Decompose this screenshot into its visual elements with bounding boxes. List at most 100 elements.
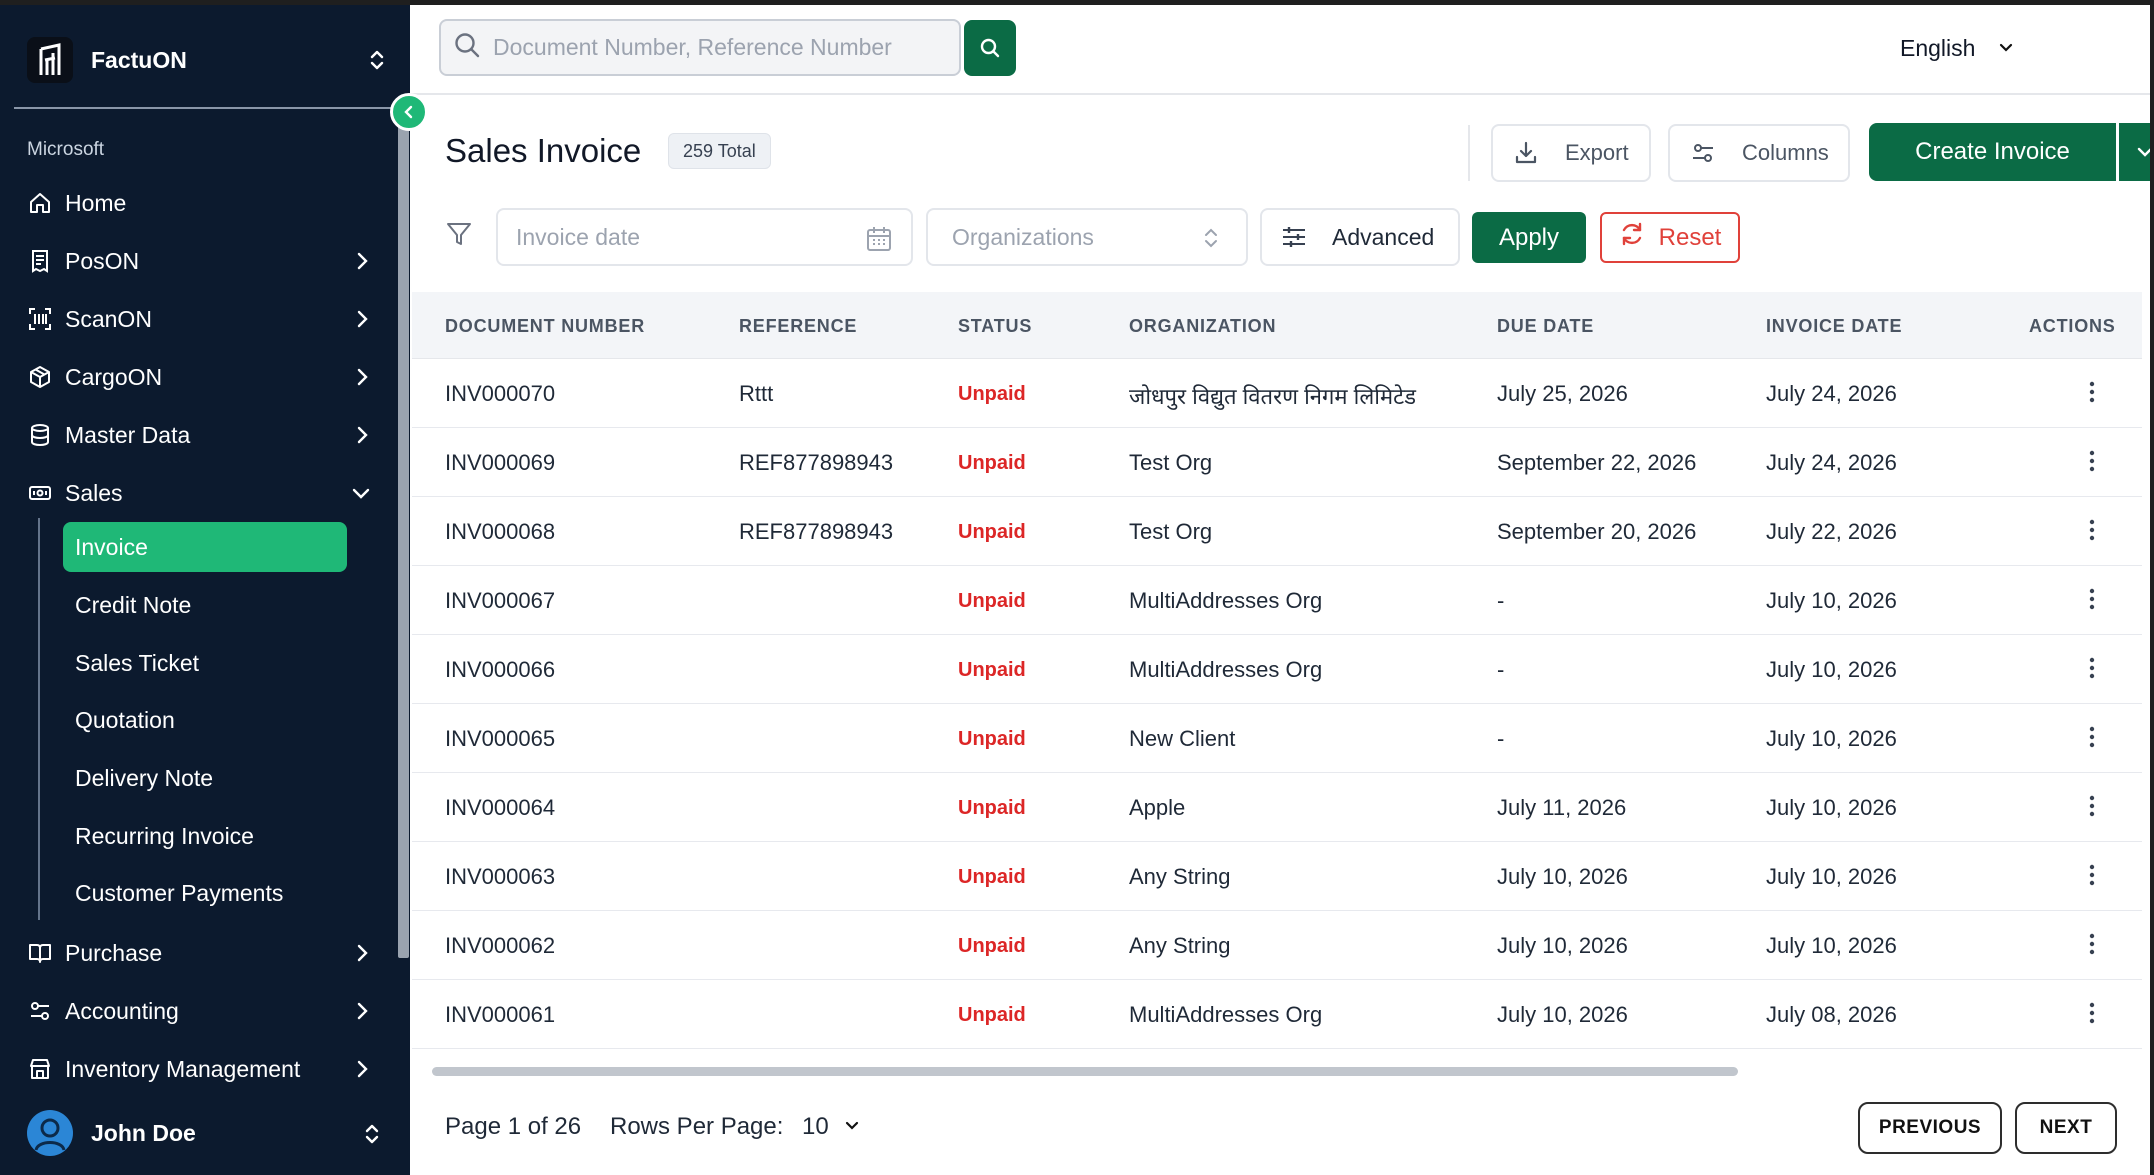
table-horizontal-scrollbar[interactable] [422,1067,2150,1077]
sidebar-item-inventory-management[interactable]: Inventory Management [27,1046,372,1092]
store-icon [27,1056,53,1082]
search-input[interactable] [493,34,943,61]
cell-invoice-date: July 24, 2026 [1766,381,1897,406]
organizations-select[interactable]: Organizations [926,208,1248,266]
cell-due-date: - [1497,588,1505,613]
sidebar-subitem-delivery-note[interactable]: Delivery Note [63,753,347,803]
search-field[interactable] [439,19,961,76]
table-row[interactable]: INV000070 Rttt Unpaid जोधपुर विद्युत वितरण … [412,359,2142,428]
filter-icon [445,220,473,253]
sidebar-subitem-quotation[interactable]: Quotation [63,695,347,745]
table-row[interactable]: INV000067 Unpaid MultiAddresses Org - July 1… [412,566,2142,635]
create-invoice-button[interactable]: Create Invoice [1869,123,2116,181]
sidebar-item-master-data[interactable]: Master Data [27,412,372,458]
cell-reference: REF877898943 [739,519,894,544]
scrollbar-thumb[interactable] [432,1067,1738,1076]
more-actions-icon[interactable] [2081,448,2103,480]
column-header-reference[interactable]: REFERENCE [739,316,857,337]
chevron-down-icon [2137,147,2150,157]
create-invoice-dropdown-button[interactable] [2119,123,2150,181]
cell-invoice-date: July 24, 2026 [1766,450,1897,475]
more-actions-icon[interactable] [2081,586,2103,618]
table-row[interactable]: INV000068 REF877898943 Unpaid Test Org Septe… [412,497,2142,566]
sidebar-subitem-invoice[interactable]: Invoice [63,522,347,572]
table-row[interactable]: INV000066 Unpaid MultiAddresses Org - July 1… [412,635,2142,704]
cell-organization: Test Org [1129,519,1213,544]
updown-chevron-icon [362,1121,382,1152]
previous-page-button[interactable]: PREVIOUS [1858,1102,2002,1154]
cell-document-number: INV000070 [445,381,556,406]
search-icon [980,38,1000,58]
column-header-invoice-date[interactable]: INVOICE DATE [1766,316,1902,337]
cell-due-date: September 20, 2026 [1497,519,1697,544]
sidebar-item-home[interactable]: Home [27,180,372,226]
sidebar-subitem-customer-payments[interactable]: Customer Payments [63,868,347,918]
table-row[interactable]: INV000064 Unpaid Apple July 11, 2026 July 10… [412,773,2142,842]
cash-icon [27,480,53,506]
cell-organization: Apple [1129,795,1186,820]
cell-organization: Any String [1129,864,1231,889]
cell-status: Unpaid [958,728,1026,750]
table-row[interactable]: INV000061 Unpaid MultiAddresses Org July 10… [412,980,2142,1049]
more-actions-icon[interactable] [2081,862,2103,894]
user-menu[interactable]: John Doe [27,1107,382,1159]
rows-per-page-label: Rows Per Page: [610,1113,784,1140]
column-header-organization[interactable]: ORGANIZATION [1129,316,1276,337]
sidebar-item-cargoon[interactable]: CargoON [27,354,372,400]
invoice-date-picker[interactable]: Invoice date [496,208,913,266]
cell-invoice-date: July 10, 2026 [1766,588,1897,613]
table-row[interactable]: INV000062 Unpaid Any String July 10, 2026 Ju… [412,911,2142,980]
column-header-status[interactable]: STATUS [958,316,1032,337]
cell-due-date: July 11, 2026 [1497,795,1627,820]
sidebar-item-purchase[interactable]: Purchase [27,930,372,976]
collapse-sidebar-button[interactable] [390,93,428,131]
advanced-filter-button[interactable]: Advanced [1260,208,1460,266]
next-page-button[interactable]: NEXT [2015,1102,2117,1154]
export-button[interactable]: Export [1491,124,1651,182]
rows-per-page-select[interactable]: 10 [802,1113,861,1141]
home-icon [27,190,53,216]
brand-switcher[interactable]: FactuON [27,35,387,85]
language-select[interactable]: English [1900,35,2015,62]
column-header-due-date[interactable]: DUE DATE [1497,316,1594,337]
cell-due-date: - [1497,726,1505,751]
more-actions-icon[interactable] [2081,379,2103,411]
more-actions-icon[interactable] [2081,517,2103,549]
sidebar-item-accounting[interactable]: Accounting [27,988,372,1034]
more-actions-icon[interactable] [2081,724,2103,756]
more-actions-icon[interactable] [2081,1000,2103,1032]
reset-button[interactable]: Reset [1600,212,1740,263]
invoice-table: DOCUMENT NUMBER REFERENCE STATUS ORGANIZ… [412,292,2142,1072]
book-icon [27,940,53,966]
more-actions-icon[interactable] [2081,793,2103,825]
sliders-icon [1690,140,1716,166]
column-header-document-number[interactable]: DOCUMENT NUMBER [445,316,645,337]
search-button[interactable] [964,20,1016,76]
apply-button[interactable]: Apply [1472,212,1586,263]
table-row[interactable]: INV000069 REF877898943 Unpaid Test Org Septe… [412,428,2142,497]
rows-per-page-value: 10 [802,1113,829,1140]
sidebar-item-label: ScanON [65,305,152,332]
organizations-placeholder: Organizations [952,223,1094,250]
sidebar-scrollbar[interactable] [398,120,409,958]
sidebar-item-scanon[interactable]: ScanON [27,296,372,342]
table-row[interactable]: INV000065 Unpaid New Client - July 10, 2026 [412,704,2142,773]
calendar-icon [865,225,893,259]
sidebar-item-poson[interactable]: PosON [27,238,372,284]
search-icon [453,31,481,64]
sidebar-subitem-sales-ticket[interactable]: Sales Ticket [63,638,347,688]
more-actions-icon[interactable] [2081,931,2103,963]
chevron-right-icon [352,366,372,394]
user-name: John Doe [91,1119,196,1146]
more-actions-icon[interactable] [2081,655,2103,687]
sidebar-subitem-recurring-invoice[interactable]: Recurring Invoice [63,811,347,861]
columns-button[interactable]: Columns [1668,124,1850,182]
sidebar-item-sales[interactable]: Sales [27,470,372,516]
scan-icon [27,306,53,332]
cell-due-date: - [1497,657,1505,682]
table-row[interactable]: INV000063 Unpaid Any String July 10, 2026 Ju… [412,842,2142,911]
sidebar-subitem-credit-note[interactable]: Credit Note [63,580,347,630]
sidebar-item-label: Home [65,189,127,216]
cell-document-number: INV000064 [445,795,556,820]
page-title: Sales Invoice [445,132,642,169]
